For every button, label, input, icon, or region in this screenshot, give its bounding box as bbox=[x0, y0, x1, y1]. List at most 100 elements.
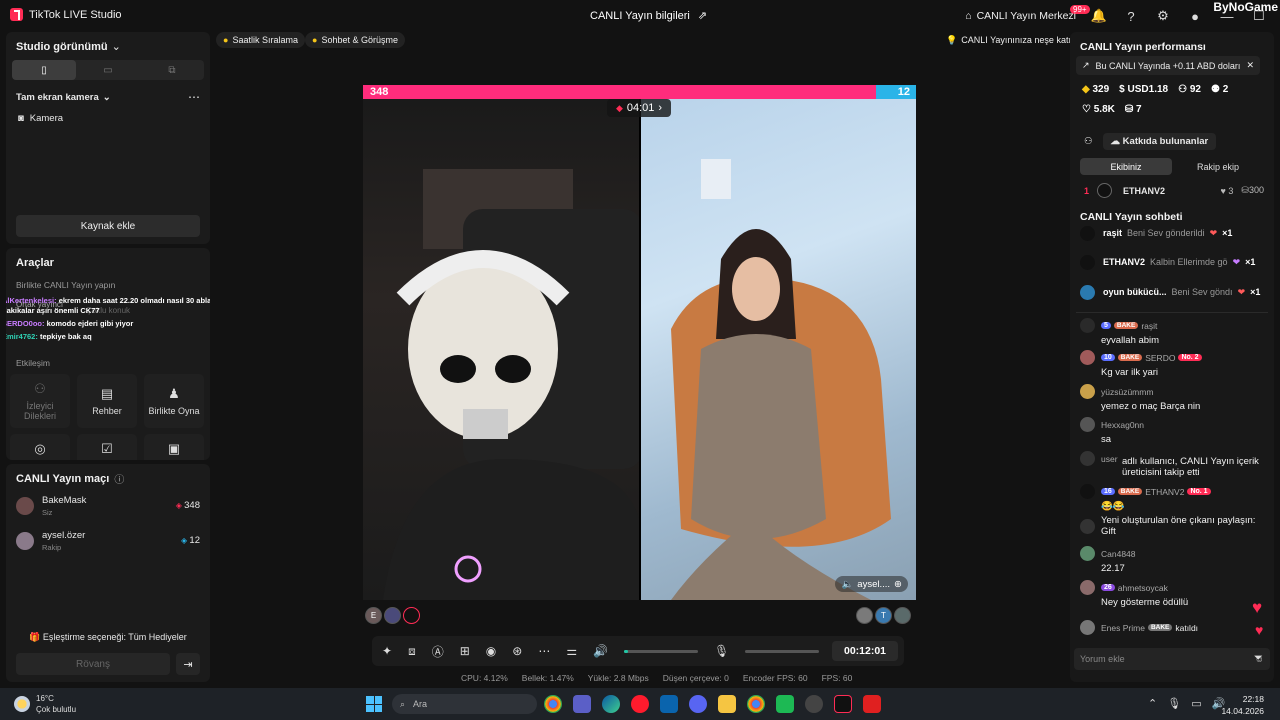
chat-user: Enes Prime bbox=[1101, 622, 1145, 633]
title-bar: TikTok LIVE Studio CANLI Yayın bilgileri… bbox=[0, 0, 1280, 32]
rank-likes: ♥ 3 bbox=[1221, 186, 1234, 196]
avatar[interactable] bbox=[403, 607, 420, 624]
battle-timer[interactable]: ◆ 04:01 › bbox=[607, 99, 671, 117]
exit-icon[interactable]: ⇥ bbox=[176, 653, 200, 675]
play-together-label: Birlikte Oyna bbox=[148, 406, 200, 416]
avatar bbox=[16, 497, 34, 515]
live-center-button[interactable]: ⌂ CANLI Yayın Merkezi bbox=[965, 10, 1076, 22]
avatar[interactable] bbox=[894, 607, 911, 624]
chrome-icon[interactable] bbox=[747, 695, 765, 713]
bell-icon[interactable]: 🔔 bbox=[1090, 8, 1108, 24]
guide-button[interactable]: ▤ Rehber bbox=[77, 374, 137, 428]
studio-view-dropdown[interactable]: Studio görünümü ⌄ bbox=[16, 40, 121, 54]
more-icon[interactable]: ⋯ bbox=[188, 90, 200, 104]
gift-icon: ❤ bbox=[1237, 286, 1246, 297]
live-info-button[interactable]: CANLI Yayın bilgileri ⇗ bbox=[590, 9, 707, 23]
record-icon[interactable]: ◉ bbox=[486, 644, 496, 658]
avatar[interactable]: ● bbox=[1186, 9, 1204, 24]
mic-slider[interactable] bbox=[745, 649, 820, 653]
rematch-button[interactable]: Rövanş bbox=[16, 653, 170, 675]
help-icon[interactable]: ⓘ bbox=[114, 471, 124, 486]
tool-button[interactable]: ◎ bbox=[10, 434, 70, 460]
elapsed-time: 00:12:01 bbox=[832, 641, 898, 661]
tab-rival[interactable]: Rakip ekip bbox=[1172, 158, 1264, 175]
performance-stats: CPU: 4.12% Bellek: 1.47% Yükle: 2.8 Mbps… bbox=[461, 673, 852, 683]
chat-user: Hexxag0nn bbox=[1101, 419, 1145, 430]
opponent-name-chip[interactable]: 🔈 aysel.... ⊕ bbox=[835, 576, 908, 592]
comment-input[interactable]: Yorum ekle ☺ bbox=[1074, 648, 1270, 670]
opera-icon[interactable] bbox=[631, 695, 649, 713]
chevron-right-icon: › bbox=[658, 102, 663, 114]
taskbar-search[interactable]: ⌕ Ara bbox=[392, 694, 537, 714]
microphone-icon[interactable]: 🎙 bbox=[714, 644, 729, 658]
opponent-supporters: T bbox=[856, 607, 911, 624]
tool-button[interactable]: ☑ bbox=[77, 434, 137, 460]
match-title: CANLI Yayın maçı bbox=[16, 472, 110, 485]
teams-icon[interactable] bbox=[573, 695, 591, 713]
chat-call-pill[interactable]: ● Sohbet & Görüşme bbox=[305, 32, 405, 48]
gift-icon: 🎁 bbox=[29, 632, 43, 642]
add-source-button[interactable]: Kaynak ekle bbox=[16, 215, 200, 237]
avatar[interactable] bbox=[384, 607, 401, 624]
filter-icon[interactable]: ⏷ bbox=[1254, 652, 1263, 665]
app-icon[interactable] bbox=[776, 695, 794, 713]
chat-text: Ney gösterme ödüllü bbox=[1101, 597, 1189, 608]
monitor-icon[interactable]: ▭ bbox=[1191, 697, 1201, 710]
avatar[interactable]: E bbox=[365, 607, 382, 624]
person-icon[interactable]: ⚇ bbox=[1084, 136, 1093, 147]
gift-icon: ❤ bbox=[1232, 256, 1241, 267]
host-video-illustration bbox=[383, 169, 639, 600]
mail-icon[interactable] bbox=[660, 695, 678, 713]
tiktok-icon[interactable] bbox=[834, 695, 852, 713]
viewer-requests-button[interactable]: ⚇ İzleyici Dilekleri bbox=[10, 374, 70, 428]
chat-text: yemez o maç Barça nin bbox=[1101, 401, 1201, 412]
layout-icon[interactable]: ⊞ bbox=[460, 644, 470, 658]
contributors-icon: ☁ bbox=[1110, 136, 1123, 147]
landscape-option[interactable]: ▭ bbox=[76, 60, 140, 80]
avatar[interactable]: T bbox=[875, 607, 892, 624]
help-icon[interactable]: ? bbox=[1122, 9, 1140, 24]
gear-icon[interactable]: ⚙ bbox=[1154, 8, 1172, 24]
camera-source-item[interactable]: ◙ Kamera bbox=[18, 113, 63, 124]
microphone-icon[interactable]: 🎙 bbox=[1167, 697, 1181, 710]
tool-button[interactable]: ▣ bbox=[144, 434, 204, 460]
multi-option[interactable]: ⧉ bbox=[140, 60, 204, 80]
youtube-icon[interactable] bbox=[863, 695, 881, 713]
edge-icon[interactable] bbox=[602, 695, 620, 713]
tab-team[interactable]: Ekibiniz bbox=[1080, 158, 1172, 175]
camera-section-dropdown[interactable]: Tam ekran kamera ⌄ bbox=[16, 92, 111, 103]
fun-tip-pill[interactable]: 💡 CANLI Yayınınıza neşe katın bbox=[939, 32, 1083, 48]
chevron-up-icon[interactable]: ⌃ bbox=[1148, 697, 1157, 710]
windows-start-icon[interactable] bbox=[366, 696, 382, 712]
magic-wand-icon[interactable]: ✦ bbox=[382, 644, 392, 658]
orientation-toggle: ▯ ▭ ⧉ bbox=[12, 60, 204, 80]
folder-icon[interactable] bbox=[718, 695, 736, 713]
effects-icon[interactable]: ⊛ bbox=[512, 644, 522, 658]
avatar[interactable] bbox=[856, 607, 873, 624]
more-icon[interactable]: ⋯ bbox=[538, 644, 550, 658]
earning-banner[interactable]: ↗ Bu CANLI Yayında +0.11 ABD doları ✕ bbox=[1076, 56, 1260, 75]
opponent-camera-feed: 🔈 aysel.... ⊕ bbox=[641, 99, 916, 600]
app-icon[interactable] bbox=[805, 695, 823, 713]
battle-icon: ◆ bbox=[615, 102, 623, 113]
sliders-icon[interactable]: ⚌ bbox=[566, 644, 577, 658]
contributors-button[interactable]: ☁ Katkıda bulunanlar bbox=[1102, 133, 1217, 150]
spark-icon: ◎ bbox=[34, 441, 46, 456]
chat-user: SERDO bbox=[1145, 352, 1176, 363]
hourly-ranking-pill[interactable]: ● Saatlik Sıralama bbox=[216, 32, 305, 48]
matching-option[interactable]: 🎁 Eşleştirme seçeneği: Tüm Hediyeler bbox=[6, 632, 210, 643]
speaker-icon[interactable]: 🔊 bbox=[593, 644, 608, 658]
play-together-button[interactable]: ♟ Birlikte Oyna bbox=[144, 374, 204, 428]
volume-slider[interactable] bbox=[624, 649, 699, 653]
earning-text: Bu CANLI Yayında +0.11 ABD doları bbox=[1095, 60, 1241, 71]
ai-icon[interactable]: Ⓐ bbox=[432, 643, 444, 660]
close-icon[interactable]: ✕ bbox=[1246, 60, 1254, 71]
weather-widget[interactable]: 16°C Çok bulutlu bbox=[14, 693, 76, 715]
portrait-option[interactable]: ▯ bbox=[12, 60, 76, 80]
discord-icon[interactable] bbox=[689, 695, 707, 713]
clock[interactable]: 22:18 14.04.2026 bbox=[1221, 693, 1264, 717]
chrome-icon[interactable] bbox=[544, 695, 562, 713]
chat-message: Hexxag0nn sa bbox=[1080, 417, 1264, 445]
usd-value: USD1.18 bbox=[1127, 84, 1169, 95]
screen-icon[interactable]: ⧈ bbox=[408, 644, 416, 659]
